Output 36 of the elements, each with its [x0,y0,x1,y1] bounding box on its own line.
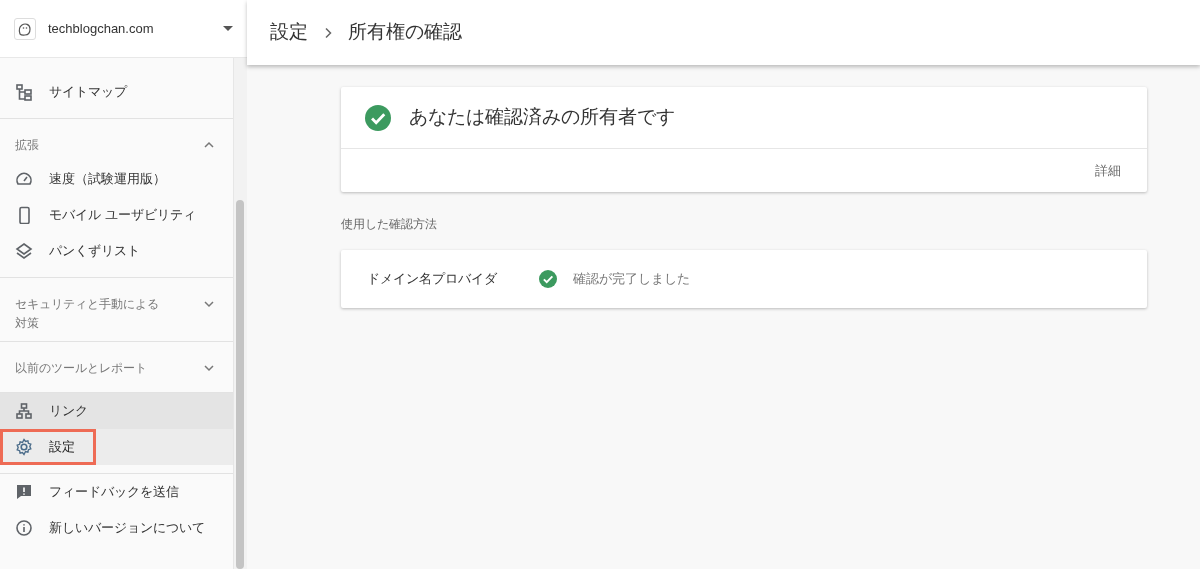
breadcrumb-item: 所有権の確認 [348,20,462,45]
nav-item[interactable]: 新しいバージョンについて [0,510,233,546]
nav-item[interactable]: リンク [0,393,233,429]
site-logo [14,17,36,40]
layers-icon [15,242,33,260]
nav-item[interactable]: パンくずリスト [0,233,233,269]
gauge-icon [15,170,33,188]
scrollbar[interactable] [233,58,247,569]
settings-icon [15,438,33,456]
sitemap-icon [15,83,33,101]
nav-item[interactable]: モバイル ユーザビリティ [0,197,233,233]
chevron-right-icon [324,26,332,39]
section-label: 使用した確認方法 [341,216,438,233]
nav-item[interactable]: 設定 [0,429,233,465]
section-title[interactable]: 拡張 [15,136,165,155]
breadcrumb-item[interactable]: 設定 [270,18,308,47]
feedback-icon [15,483,33,501]
section-title[interactable]: セキュリティと手動による対策 [15,295,165,333]
nav-item[interactable]: サイトマップ [0,74,233,110]
site-name: techblogchan.com [48,19,155,38]
check-icon [539,270,557,288]
scrollbar-thumb[interactable] [236,200,244,569]
network-icon [15,402,33,420]
method-status: 確認が完了しました [573,270,690,289]
info-icon [15,519,33,537]
expand-icon[interactable] [203,300,215,308]
details-link[interactable]: 詳細 [1095,160,1121,181]
collapse-icon[interactable] [203,141,215,149]
method-name: ドメイン名プロバイダ [367,270,498,289]
nav-item[interactable]: フィードバックを送信 [0,474,233,510]
check-icon [365,104,391,131]
section-title[interactable]: 以前のツールとレポート [15,359,165,378]
nav-item[interactable]: 速度（試験運用版） [0,161,233,197]
expand-icon[interactable] [203,364,215,372]
dropdown-caret-icon[interactable] [223,25,233,32]
status-title: あなたは確認済みの所有者です [409,105,675,130]
